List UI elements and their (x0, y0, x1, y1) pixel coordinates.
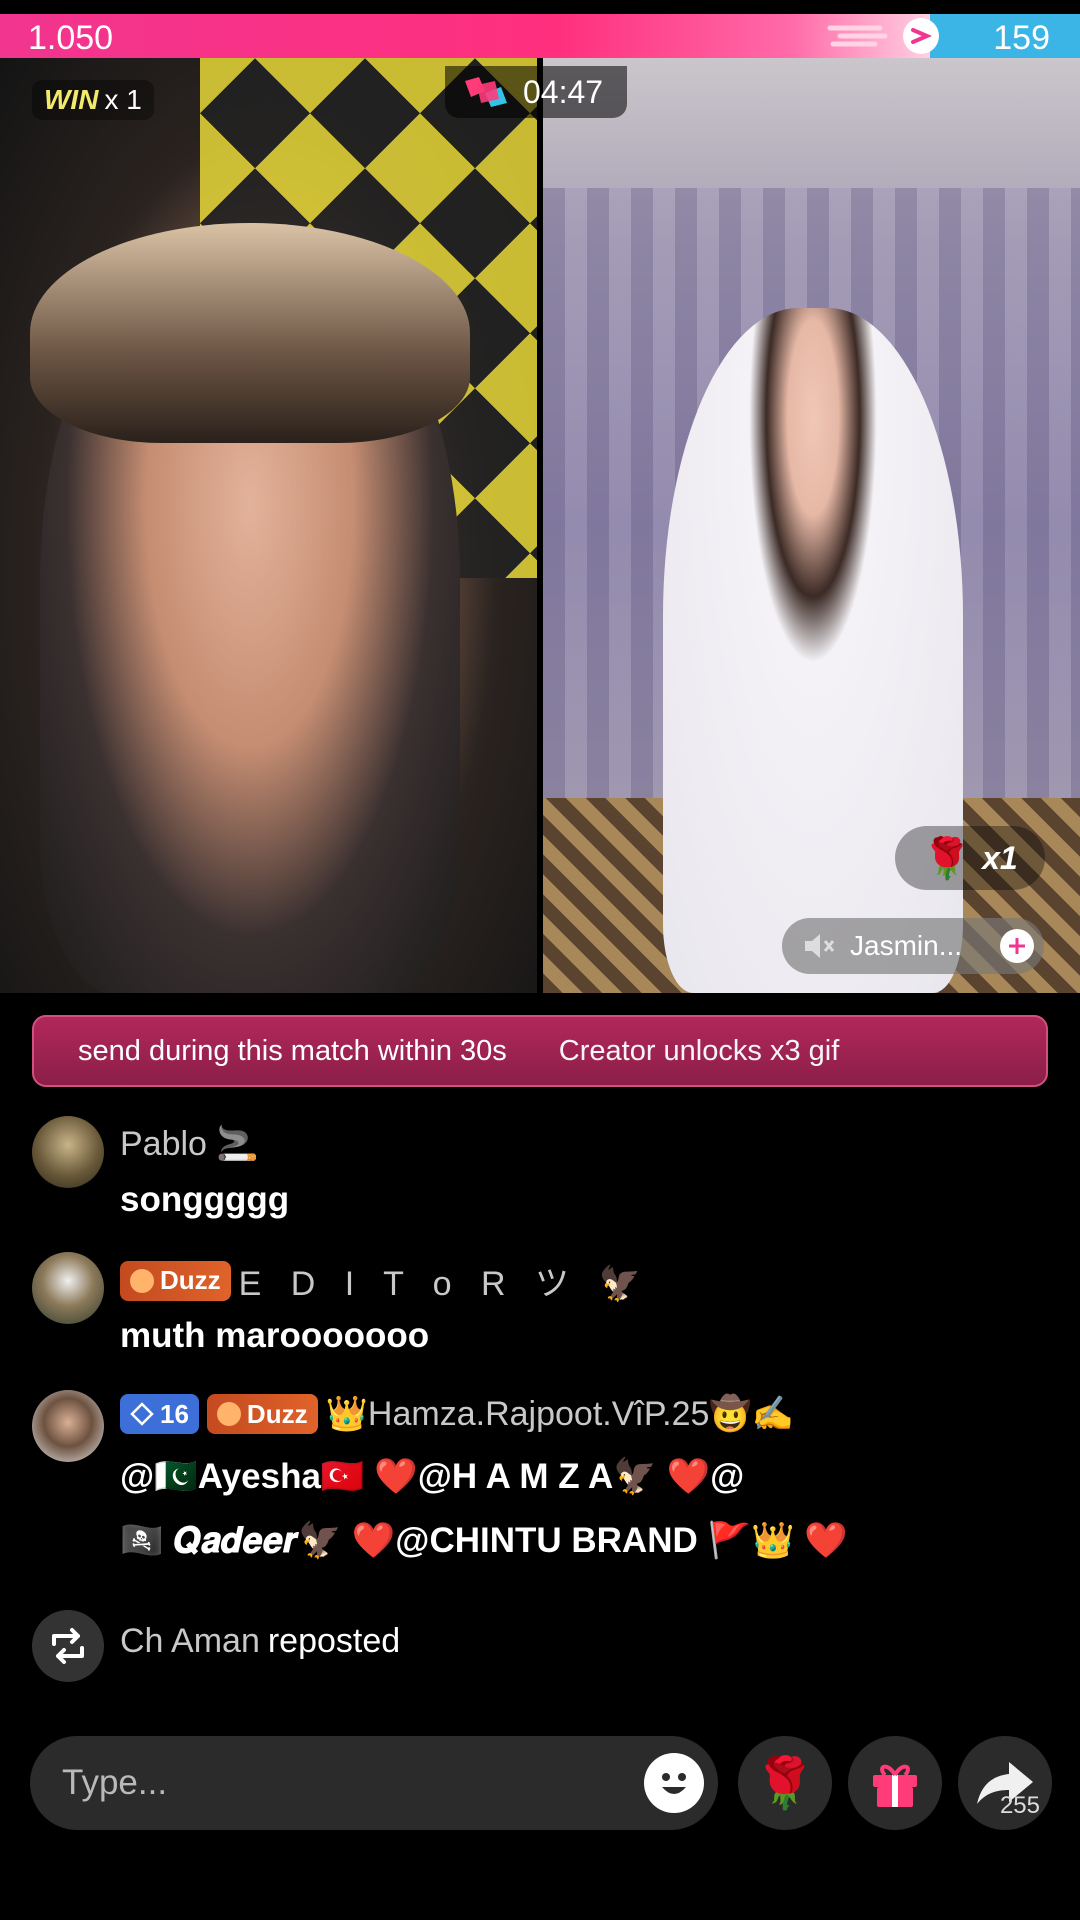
avatar[interactable] (32, 1390, 104, 1462)
repost-user[interactable]: Ch Aman (120, 1622, 260, 1661)
win-streak-badge: WIN x 1 (32, 80, 154, 120)
battle-timer: 04:47 (445, 66, 628, 118)
plus-icon (1009, 938, 1025, 954)
chat-username[interactable]: 16 Duzz 👑Hamza.Rajpoot.VîP.25🤠✍️ (120, 1394, 794, 1434)
smiley-icon (662, 1773, 686, 1794)
win-count: x 1 (104, 84, 142, 115)
match-promo-banner[interactable]: send during this match within 30s Creato… (32, 1015, 1048, 1087)
rose-gift-counter[interactable]: 🌹 x1 (895, 826, 1045, 890)
fan-club-badge: Duzz (120, 1260, 231, 1301)
battle-video-area: WIN x 1 04:47 🌹 x1 Jasmin... (0, 58, 1080, 993)
share-count: 255 (999, 1792, 1040, 1819)
muted-speaker-icon (805, 934, 835, 958)
diamond-icon (130, 1402, 154, 1426)
avatar[interactable] (32, 1116, 104, 1188)
timer-text: 04:47 (523, 73, 604, 110)
repost-icon (32, 1610, 104, 1682)
speed-boost-icon (827, 18, 939, 54)
avatar[interactable] (32, 1252, 104, 1324)
chat-username[interactable]: Pablo 🚬 (120, 1124, 259, 1164)
right-host-name: Jasmin... (850, 930, 963, 961)
chat-text: songgggg (120, 1180, 290, 1219)
chat-text: muth marooooooo (120, 1316, 430, 1355)
repost-action: reposted (267, 1622, 401, 1660)
rose-icon: 🌹 (922, 836, 973, 881)
left-score-segment: 1.050 (0, 14, 939, 58)
comment-input[interactable] (62, 1758, 622, 1808)
repost-text: Ch Aman reposted (120, 1622, 400, 1661)
emoji-button[interactable] (644, 1753, 704, 1813)
banner-text: send during this match within 30s (78, 1034, 507, 1067)
left-host-hair (30, 223, 470, 443)
follow-plus-button[interactable] (1000, 929, 1034, 963)
right-score: 159 (993, 19, 1050, 57)
battle-score-bar: 1.050 159 (0, 14, 1080, 58)
left-host-video[interactable] (0, 58, 537, 993)
banner-text-secondary: Creator unlocks x3 gif (558, 1034, 840, 1067)
gift-button[interactable] (848, 1736, 942, 1830)
gift-box-icon (873, 1764, 917, 1807)
chat-username[interactable]: Duzz E D I T o R ツ 🦅 (120, 1256, 651, 1305)
comment-input-pill[interactable] (30, 1736, 718, 1830)
right-host-tag[interactable]: Jasmin... (782, 918, 1044, 974)
left-score: 1.050 (28, 19, 114, 57)
right-host-figure (663, 308, 963, 993)
right-score-segment: 159 (930, 14, 1080, 58)
rose-multiplier: x1 (982, 839, 1018, 876)
heart-badge-icon (216, 1402, 241, 1426)
chat-text-line-1: @🇵🇰Ayesha🇹🇷 ❤️@H A M Z A🦅 ❤️@ (120, 1457, 745, 1496)
rose-icon: 🌹 (753, 1754, 817, 1811)
chat-text-line-2: 🏴‍☠️ 𝑸𝒂𝒅𝒆𝒆𝒓🦅 ❤️@CHINTU BRAND 🚩👑 ❤️ (120, 1521, 848, 1560)
win-label: WIN (44, 84, 99, 115)
fan-club-badge: Duzz (206, 1394, 318, 1434)
share-button[interactable]: 255 (958, 1736, 1052, 1830)
level-badge: 16 (120, 1394, 199, 1434)
heart-badge-icon (130, 1268, 154, 1293)
rose-gift-button[interactable]: 🌹 (738, 1736, 832, 1830)
battle-versus-icon (465, 77, 507, 107)
